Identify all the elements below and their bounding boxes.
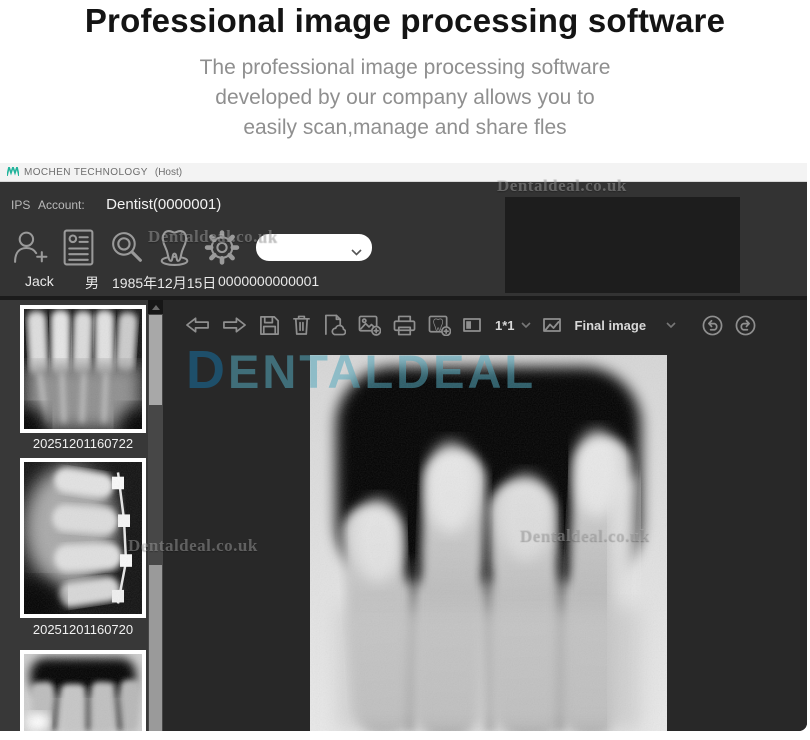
xray-thumbnail-1[interactable] <box>20 305 146 433</box>
image-mode-icon[interactable] <box>543 318 561 332</box>
tooth-scan-icon[interactable] <box>150 225 198 269</box>
account-value: Dentist(0000001) <box>106 196 221 213</box>
subtitle-line: developed by our company allows you to <box>0 83 810 113</box>
app-logo-icon <box>7 163 19 181</box>
content-area: 20251201160722 <box>0 300 807 731</box>
viewer-toolbar: 1*1 Final image <box>163 304 807 346</box>
add-patient-icon[interactable] <box>6 225 54 269</box>
patient-gender: 男 <box>85 273 99 293</box>
patient-record-icon[interactable] <box>54 225 102 269</box>
subtitle-line: The professional image processing softwa… <box>0 53 810 83</box>
page-title: Professional image processing software <box>0 0 810 40</box>
xray-thumbnail-2[interactable] <box>20 458 146 618</box>
window-host-label: (Host) <box>155 167 182 178</box>
patient-name: Jack <box>25 273 54 289</box>
image-export-icon[interactable] <box>358 315 381 336</box>
subtitle-line: easily scan,manage and share fles <box>0 113 810 143</box>
settings-gear-icon[interactable] <box>198 225 246 269</box>
print-icon[interactable] <box>393 315 416 336</box>
delete-icon[interactable] <box>292 314 311 336</box>
capture-tooth-icon[interactable] <box>428 315 451 336</box>
xray-thumbnail-3[interactable] <box>20 650 146 731</box>
patient-id: 0000000000001 <box>218 273 319 289</box>
chevron-down-icon <box>351 243 362 261</box>
thumbnail-sidebar: 20251201160722 <box>0 300 148 731</box>
window-titlebar: MOCHEN TECHNOLOGY (Host) <box>0 163 807 182</box>
back-icon[interactable] <box>185 316 210 334</box>
scrollbar-up-button[interactable] <box>148 300 163 314</box>
scrollbar-lower-track[interactable] <box>149 565 162 731</box>
patient-toolbar <box>6 225 372 269</box>
forward-icon[interactable] <box>222 316 247 334</box>
save-icon[interactable] <box>259 315 280 336</box>
layout-chevron-icon[interactable] <box>521 316 531 334</box>
patient-info-row: Jack 男 1985年12月15日 0000000000001 <box>0 273 807 293</box>
viewer-area: 1*1 Final image <box>163 300 807 731</box>
xray-main-image[interactable] <box>310 355 667 731</box>
report-export-icon[interactable] <box>323 314 346 336</box>
patient-birthdate: 1985年12月15日 <box>112 273 216 293</box>
app-window: MOCHEN TECHNOLOGY (Host) IPS Account: De… <box>0 163 807 731</box>
account-label: IPS Account: <box>11 198 85 212</box>
account-row: IPS Account: Dentist(0000001) <box>11 196 221 214</box>
search-icon[interactable] <box>102 225 150 269</box>
thumbnail-1-label: 20251201160722 <box>20 436 146 451</box>
image-mode-value: Final image <box>575 318 647 333</box>
page-subtitle: The professional image processing softwa… <box>0 53 810 143</box>
layout-value: 1*1 <box>495 318 515 333</box>
redo-icon[interactable] <box>735 315 756 336</box>
thumbnail-2-label: 20251201160720 <box>20 622 146 637</box>
sidebar-scrollbar[interactable] <box>148 300 163 731</box>
worklist-dropdown[interactable] <box>256 234 372 261</box>
scrollbar-thumb[interactable] <box>149 315 162 405</box>
window-title: MOCHEN TECHNOLOGY <box>24 167 148 178</box>
image-mode-chevron-icon[interactable] <box>666 316 676 334</box>
layout-icon[interactable] <box>463 318 481 332</box>
hero-section: Professional image processing software T… <box>0 0 810 143</box>
undo-icon[interactable] <box>702 315 723 336</box>
